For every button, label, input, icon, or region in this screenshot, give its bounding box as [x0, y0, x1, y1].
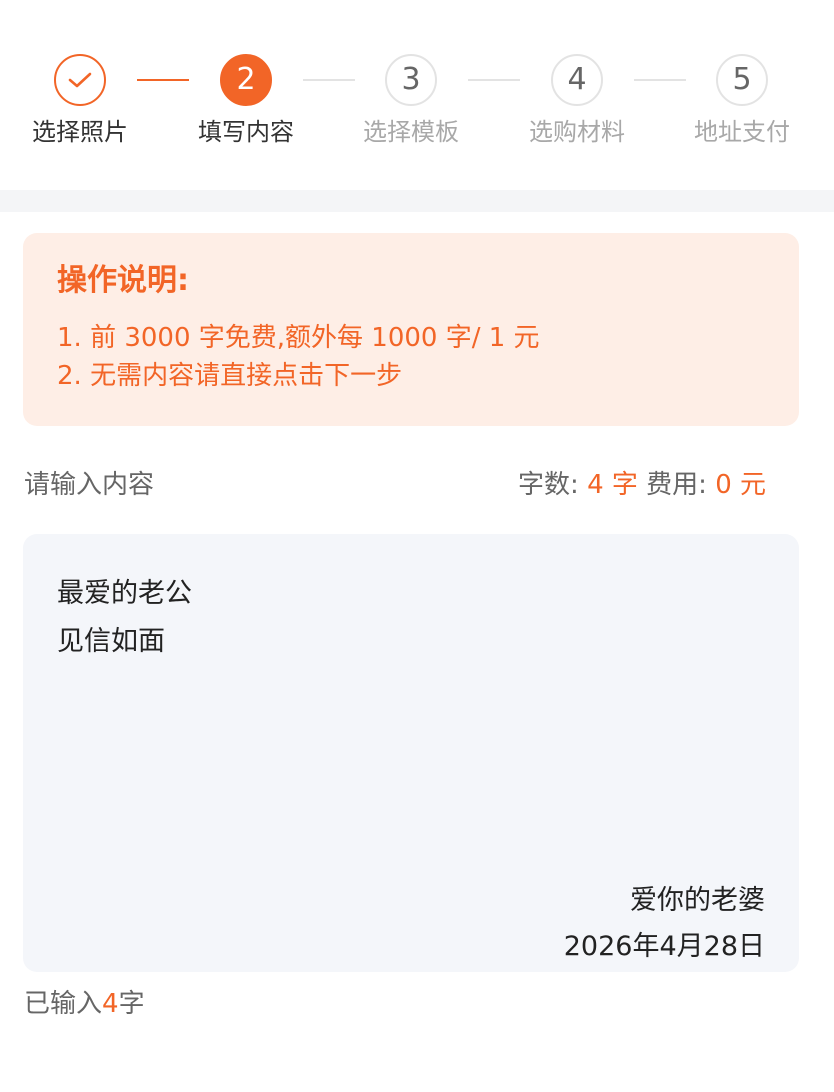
word-count-label: 字数:	[518, 469, 579, 500]
step-fill-content[interactable]: 2 填写内容	[181, 54, 311, 146]
input-title: 请输入内容	[24, 469, 155, 500]
instruction-line-2: 2. 无需内容请直接点击下一步	[57, 361, 403, 391]
typed-count-number: 4	[102, 989, 119, 1019]
count-summary: 字数: 4 字 费用: 0 元	[518, 464, 766, 501]
instructions-title: 操作说明:	[57, 263, 189, 298]
step-select-photo[interactable]: 选择照片	[15, 54, 145, 146]
word-count-value: 4 字	[587, 469, 638, 500]
step-3-circle: 3	[385, 54, 437, 106]
step-3-label: 选择模板	[363, 118, 459, 146]
instructions-panel: 操作说明: 1. 前 3000 字免费,额外每 1000 字/ 1 元 2. 无…	[23, 233, 799, 426]
instruction-line-1: 1. 前 3000 字免费,额外每 1000 字/ 1 元	[57, 323, 540, 353]
typed-character-count: 已输入4字	[24, 984, 145, 1024]
content-line-2: 见信如面	[57, 626, 165, 657]
cost-label: 费用:	[646, 469, 707, 500]
step-4-label: 选购材料	[529, 118, 625, 146]
check-icon	[68, 72, 92, 88]
step-progress-bar: 选择照片 2 填写内容 3 选择模板 4 选购材料 5 地址支付	[0, 0, 834, 190]
step-address-payment[interactable]: 5 地址支付	[677, 54, 807, 146]
step-2-circle: 2	[220, 54, 272, 106]
step-2-label: 填写内容	[198, 118, 294, 146]
typed-count-suffix: 字	[118, 989, 145, 1019]
step-select-template[interactable]: 3 选择模板	[346, 54, 476, 146]
cost-value: 0 元	[715, 469, 766, 500]
step-5-label: 地址支付	[694, 118, 790, 146]
content-line-1: 最爱的老公	[57, 578, 192, 609]
step-1-circle	[54, 54, 106, 106]
typed-count-prefix: 已输入	[24, 989, 103, 1019]
step-1-label: 选择照片	[32, 118, 128, 146]
step-4-circle: 4	[551, 54, 603, 106]
input-header: 请输入内容 字数: 4 字 费用: 0 元	[24, 462, 766, 502]
step-buy-materials[interactable]: 4 选购材料	[512, 54, 642, 146]
content-signature: 爱你的老婆	[630, 885, 765, 916]
step-5-circle: 5	[716, 54, 768, 106]
content-textarea[interactable]: 最爱的老公 见信如面 爱你的老婆 2026年4月28日	[23, 534, 799, 972]
section-divider	[0, 190, 834, 212]
content-date: 2026年4月28日	[563, 931, 765, 962]
content-signature-block: 爱你的老婆 2026年4月28日	[564, 878, 765, 970]
